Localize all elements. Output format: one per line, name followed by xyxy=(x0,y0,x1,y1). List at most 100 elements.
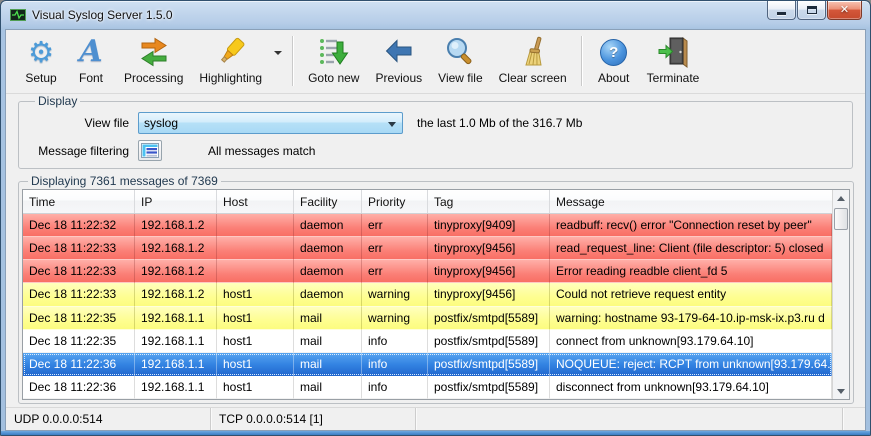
processing-button[interactable]: Processing xyxy=(116,32,191,90)
combobox-arrow-icon xyxy=(388,122,396,127)
cell-priority: info xyxy=(362,376,428,399)
column-header-message[interactable]: Message xyxy=(550,190,832,213)
cell-ip: 192.168.1.1 xyxy=(135,353,217,376)
close-button[interactable]: ✕ xyxy=(827,1,862,20)
cell-ip: 192.168.1.2 xyxy=(135,237,217,260)
table-row[interactable]: Dec 18 11:22:33192.168.1.2daemonerrtinyp… xyxy=(23,237,832,260)
goto-new-icon xyxy=(318,36,350,68)
cell-facility: mail xyxy=(294,307,362,330)
scroll-down-icon xyxy=(837,389,845,394)
cell-ip: 192.168.1.2 xyxy=(135,214,217,237)
scroll-down-button[interactable] xyxy=(833,383,849,399)
column-header-priority[interactable]: Priority xyxy=(362,190,428,213)
table-row[interactable]: Dec 18 11:22:32192.168.1.2daemonerrtinyp… xyxy=(23,214,832,237)
cell-tag: postfix/smtpd[5589] xyxy=(428,376,550,399)
highlighting-dropdown-button[interactable] xyxy=(270,32,286,90)
column-header-time[interactable]: Time xyxy=(23,190,135,213)
cell-tag: postfix/smtpd[5589] xyxy=(428,353,550,376)
cell-priority: warning xyxy=(362,307,428,330)
column-header-facility[interactable]: Facility xyxy=(294,190,362,213)
cell-time: Dec 18 11:22:36 xyxy=(23,353,135,376)
cell-message: readbuff: recv() error "Connection reset… xyxy=(550,214,832,237)
statusbar: UDP 0.0.0.0:514 TCP 0.0.0.0:514 [1] xyxy=(6,407,865,430)
cell-host xyxy=(217,214,294,237)
highlighting-label: Highlighting xyxy=(199,71,262,85)
cell-tag: postfix/smtpd[5589] xyxy=(428,307,550,330)
table-row[interactable]: Dec 18 11:22:33192.168.1.2host1daemonwar… xyxy=(23,283,832,306)
message-filtering-button[interactable] xyxy=(138,140,162,161)
display-groupbox: Display View file syslog the last 1.0 Mb… xyxy=(18,94,853,169)
cell-tag: tinyproxy[9456] xyxy=(428,237,550,260)
app-icon xyxy=(10,7,26,23)
swap-arrows-icon xyxy=(138,36,170,68)
table-row[interactable]: Dec 18 11:22:35192.168.1.1host1mailwarni… xyxy=(23,307,832,330)
close-icon: ✕ xyxy=(840,5,849,16)
titlebar[interactable]: Visual Syslog Server 1.5.0 ✕ xyxy=(1,1,870,28)
font-button[interactable]: A Font xyxy=(66,32,116,90)
left-arrow-icon xyxy=(383,36,415,68)
clear-screen-button[interactable]: Clear screen xyxy=(491,32,575,90)
cell-message: warning: hostname 93-179-64-10.ip-msk-ix… xyxy=(550,307,832,330)
chevron-down-icon xyxy=(274,51,282,55)
view-file-combobox[interactable]: syslog xyxy=(138,112,403,134)
maximize-button[interactable] xyxy=(797,1,826,20)
goto-new-button[interactable]: Goto new xyxy=(300,32,367,90)
table-row[interactable]: Dec 18 11:22:36192.168.1.1host1mailinfop… xyxy=(23,353,832,376)
question-icon: ? xyxy=(600,39,627,66)
cell-message: NOQUEUE: reject: RCPT from unknown[93.17… xyxy=(550,353,832,376)
previous-button[interactable]: Previous xyxy=(367,32,430,90)
scroll-up-button[interactable] xyxy=(833,190,849,206)
previous-label: Previous xyxy=(375,71,422,85)
cell-priority: err xyxy=(362,214,428,237)
toolbar-separator xyxy=(581,36,583,86)
table-row[interactable]: Dec 18 11:22:33192.168.1.2daemonerrtinyp… xyxy=(23,260,832,283)
client-area: ⚙ Setup A Font Processing xyxy=(5,29,866,431)
statusbar-tcp-panel: TCP 0.0.0.0:514 [1] xyxy=(211,408,416,430)
view-file-field-label: View file xyxy=(29,116,129,130)
minimize-icon xyxy=(777,12,786,15)
highlighting-button[interactable]: Highlighting xyxy=(191,32,270,90)
table-row[interactable]: Dec 18 11:22:35192.168.1.1host1mailinfop… xyxy=(23,330,832,353)
cell-ip: 192.168.1.2 xyxy=(135,283,217,306)
cell-host: host1 xyxy=(217,330,294,353)
cell-tag: postfix/smtpd[5589] xyxy=(428,330,550,353)
terminate-button[interactable]: Terminate xyxy=(639,32,708,90)
font-label: Font xyxy=(79,71,103,85)
cell-host xyxy=(217,260,294,283)
setup-button[interactable]: ⚙ Setup xyxy=(16,32,66,90)
cell-ip: 192.168.1.1 xyxy=(135,376,217,399)
app-window: Visual Syslog Server 1.5.0 ✕ ⚙ Setup A F… xyxy=(0,0,871,436)
cell-priority: info xyxy=(362,353,428,376)
column-header-tag[interactable]: Tag xyxy=(428,190,550,213)
cell-priority: warning xyxy=(362,283,428,306)
magnifier-icon xyxy=(444,36,476,68)
scrollbar-thumb[interactable] xyxy=(834,208,848,230)
cell-facility: daemon xyxy=(294,283,362,306)
maximize-icon xyxy=(807,6,817,14)
minimize-button[interactable] xyxy=(767,1,796,20)
cell-tag: tinyproxy[9409] xyxy=(428,214,550,237)
message-table: Time IP Host Facility Priority Tag Messa… xyxy=(22,189,850,400)
table-row[interactable]: Dec 18 11:22:36192.168.1.1host1mailinfop… xyxy=(23,376,832,399)
column-header-host[interactable]: Host xyxy=(217,190,294,213)
message-filtering-label: Message filtering xyxy=(29,144,129,158)
cell-facility: mail xyxy=(294,330,362,353)
cell-facility: daemon xyxy=(294,237,362,260)
gear-icon: ⚙ xyxy=(28,36,54,68)
cell-message: read_request_line: Client (file descript… xyxy=(550,237,832,260)
clear-screen-label: Clear screen xyxy=(499,71,567,85)
statusbar-udp-panel: UDP 0.0.0.0:514 xyxy=(6,408,211,430)
font-a-icon: A xyxy=(79,37,102,67)
column-header-ip[interactable]: IP xyxy=(135,190,217,213)
cell-time: Dec 18 11:22:36 xyxy=(23,376,135,399)
cell-tag: tinyproxy[9456] xyxy=(428,283,550,306)
view-file-button[interactable]: View file xyxy=(430,32,490,90)
cell-facility: mail xyxy=(294,376,362,399)
cell-message: Error reading readble client_fd 5 xyxy=(550,260,832,283)
about-button[interactable]: ? About xyxy=(589,32,639,90)
cell-time: Dec 18 11:22:33 xyxy=(23,237,135,260)
vertical-scrollbar[interactable] xyxy=(832,190,849,399)
processing-label: Processing xyxy=(124,71,183,85)
table-header: Time IP Host Facility Priority Tag Messa… xyxy=(23,190,832,214)
cell-time: Dec 18 11:22:33 xyxy=(23,260,135,283)
